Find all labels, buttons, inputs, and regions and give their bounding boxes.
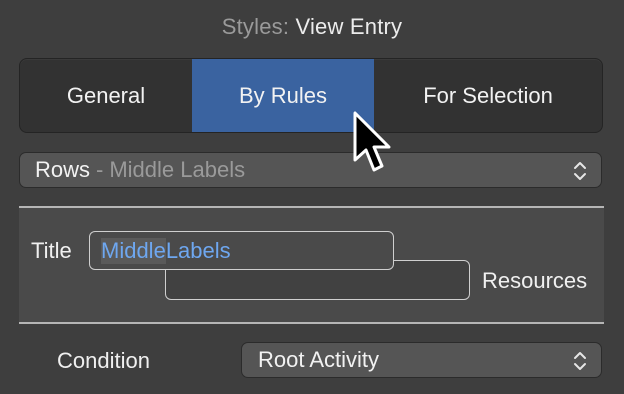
tab-for-selection[interactable]: For Selection [374,59,602,132]
tab-by-rules[interactable]: By Rules [192,59,374,132]
inspector-header: Styles: View Entry [0,14,624,40]
condition-label: Condition [57,348,150,373]
title-label: Title [31,238,72,263]
up-down-chevron-icon [574,162,586,180]
divider-bottom [19,322,604,324]
rows-popup-button[interactable]: Rows - Middle Labels [19,152,602,188]
resources-label: Resources [482,268,588,293]
tab-general[interactable]: General [20,59,192,132]
condition-popup-value: Root Activity [258,347,380,372]
header-title: View Entry [295,14,403,39]
condition-popup-button[interactable]: Root Activity [241,342,602,378]
title-field[interactable]: Middle Labels [89,231,394,270]
rows-popup-separator: - [96,157,104,182]
up-down-chevron-icon [574,352,586,370]
header-prefix: Styles: [221,14,290,39]
title-field-text: Labels [165,237,231,263]
rows-popup-main: Rows [35,157,91,182]
styles-inspector-panel: Styles: View Entry General By Rules For … [0,0,624,394]
styles-segmented-control: General By Rules For Selection [19,58,603,133]
title-field-selected-text: Middle [101,237,166,264]
rows-popup-sub: Middle Labels [109,157,246,182]
arrow-cursor-icon [353,111,391,172]
